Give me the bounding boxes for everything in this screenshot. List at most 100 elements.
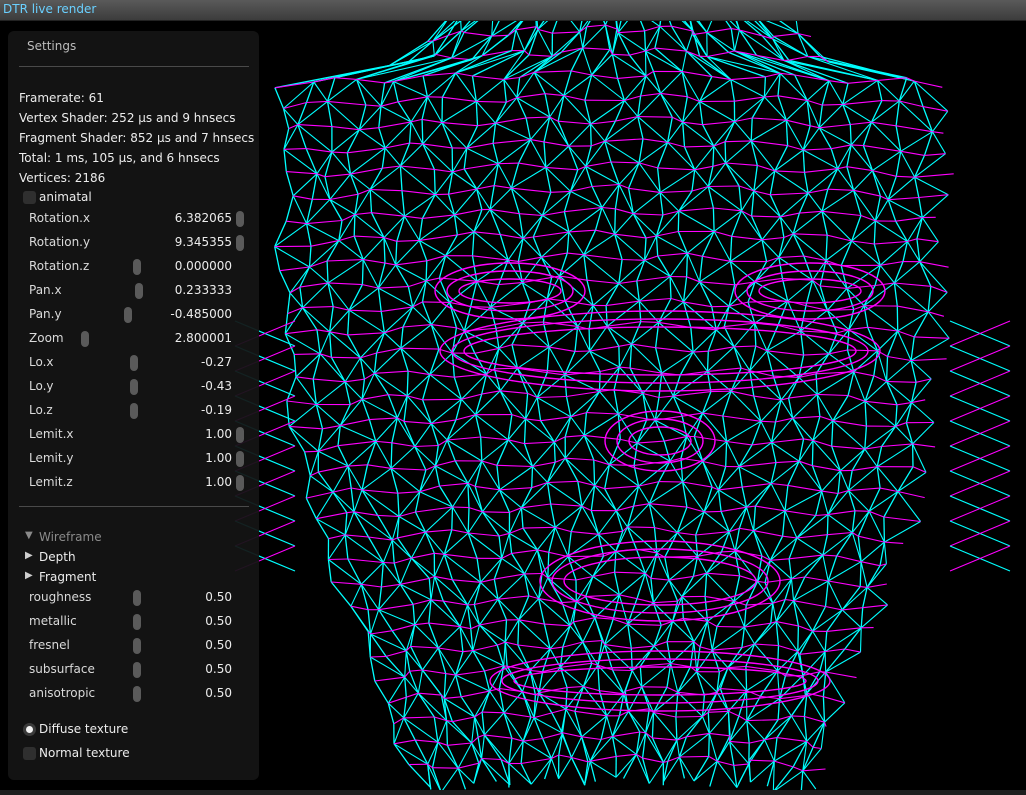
slider-roughness[interactable]: roughness 0.50 (29, 588, 249, 608)
slider-lemit-y[interactable]: Lemit.y 1.00 (29, 449, 249, 469)
collapsed-arrow-icon: ▶ (25, 570, 33, 581)
slider-rotation-z[interactable]: Rotation.z 0.000000 (29, 257, 249, 277)
slider-grab-handle[interactable] (124, 307, 133, 323)
slider-track[interactable]: Zoom 2.800001 (29, 329, 244, 349)
slider-label: fresnel (29, 638, 70, 652)
checkbox-box[interactable] (23, 191, 36, 204)
slider-track[interactable]: Lo.y -0.43 (29, 377, 244, 397)
status-strip (0, 790, 1026, 795)
slider-value: 1.00 (205, 475, 232, 489)
slider-value: 2.800001 (174, 331, 232, 345)
slider-track[interactable]: anisotropic 0.50 (29, 684, 244, 704)
slider-grab-handle[interactable] (132, 614, 141, 630)
slider-value: 0.50 (205, 638, 232, 652)
slider-track[interactable]: Lemit.z 1.00 (29, 473, 244, 493)
radio-button[interactable] (23, 723, 36, 736)
fragment-shader-time: Fragment Shader: 852 μs and 7 hnsecs (19, 131, 255, 145)
mesh-lines (274, 1, 954, 793)
slider-metallic[interactable]: metallic 0.50 (29, 612, 249, 632)
slider-value: -0.27 (200, 355, 232, 369)
title-bar: DTR live render (0, 0, 1026, 21)
slider-label: Lemit.z (29, 475, 73, 489)
slider-track[interactable]: Pan.y -0.485000 (29, 305, 244, 325)
slider-grab-handle[interactable] (236, 235, 244, 251)
slider-label: Rotation.y (29, 235, 91, 249)
slider-pan-x[interactable]: Pan.x 0.233333 (29, 281, 249, 301)
diffuse-texture-label: Diffuse texture (39, 722, 129, 736)
slider-grab-handle[interactable] (236, 211, 244, 227)
slider-track[interactable]: Pan.x 0.233333 (29, 281, 244, 301)
slider-track[interactable]: Lo.x -0.27 (29, 353, 244, 373)
slider-fresnel[interactable]: fresnel 0.50 (29, 636, 249, 656)
slider-value: -0.19 (200, 403, 232, 417)
slider-grab-handle[interactable] (80, 331, 89, 347)
slider-track[interactable]: roughness 0.50 (29, 588, 244, 608)
slider-grab-handle[interactable] (132, 662, 141, 678)
total-time: Total: 1 ms, 105 μs, and 6 hnsecs (19, 151, 220, 165)
slider-value: 1.00 (205, 451, 232, 465)
slider-lo-y[interactable]: Lo.y -0.43 (29, 377, 249, 397)
slider-track[interactable]: Lemit.y 1.00 (29, 449, 244, 469)
vertex-shader-time: Vertex Shader: 252 μs and 9 hnsecs (19, 111, 236, 125)
slider-label: roughness (29, 590, 92, 604)
slider-label: metallic (29, 614, 77, 628)
slider-value: 9.345355 (174, 235, 232, 249)
slider-subsurface[interactable]: subsurface 0.50 (29, 660, 249, 680)
tree-label: Fragment (39, 570, 97, 584)
slider-grab-handle[interactable] (132, 590, 141, 606)
slider-value: -0.43 (200, 379, 232, 393)
slider-value: 0.50 (205, 662, 232, 676)
slider-label: Lo.y (29, 379, 54, 393)
slider-track[interactable]: Lemit.x 1.00 (29, 425, 244, 445)
collapsed-arrow-icon: ▶ (25, 550, 33, 561)
slider-grab-handle[interactable] (134, 283, 143, 299)
slider-track[interactable]: Rotation.y 9.345355 (29, 233, 244, 253)
slider-label: Lemit.x (29, 427, 74, 441)
slider-label: Pan.y (29, 307, 62, 321)
slider-pan-y[interactable]: Pan.y -0.485000 (29, 305, 249, 325)
slider-track[interactable]: subsurface 0.50 (29, 660, 244, 680)
separator (19, 66, 249, 67)
slider-track[interactable]: metallic 0.50 (29, 612, 244, 632)
animate-label: animatal (39, 190, 92, 204)
vertex-count: Vertices: 2186 (19, 171, 106, 185)
tree-label: Depth (39, 550, 76, 564)
slider-grab-handle[interactable] (132, 638, 141, 654)
slider-grab-handle[interactable] (132, 259, 141, 275)
slider-grab-handle[interactable] (132, 686, 141, 702)
slider-lemit-z[interactable]: Lemit.z 1.00 (29, 473, 249, 493)
slider-grab-handle[interactable] (236, 451, 244, 467)
separator (19, 506, 249, 507)
slider-value: -0.485000 (170, 307, 232, 321)
slider-label: Lo.z (29, 403, 53, 417)
slider-value: 0.233333 (174, 283, 232, 297)
slider-lo-x[interactable]: Lo.x -0.27 (29, 353, 249, 373)
slider-lo-z[interactable]: Lo.z -0.19 (29, 401, 249, 421)
slider-label: Lemit.y (29, 451, 74, 465)
slider-track[interactable]: Rotation.x 6.382065 (29, 209, 244, 229)
slider-track[interactable]: Lo.z -0.19 (29, 401, 244, 421)
slider-rotation-x[interactable]: Rotation.x 6.382065 (29, 209, 249, 229)
normal-texture-label: Normal texture (39, 746, 130, 760)
slider-label: Lo.x (29, 355, 54, 369)
slider-lemit-x[interactable]: Lemit.x 1.00 (29, 425, 249, 445)
slider-value: 0.50 (205, 614, 232, 628)
window-title: DTR live render (3, 2, 97, 16)
framerate-text: Framerate: 61 (19, 91, 104, 105)
slider-zoom[interactable]: Zoom 2.800001 (29, 329, 249, 349)
slider-rotation-y[interactable]: Rotation.y 9.345355 (29, 233, 249, 253)
slider-value: 0.50 (205, 590, 232, 604)
slider-anisotropic[interactable]: anisotropic 0.50 (29, 684, 249, 704)
slider-grab-handle[interactable] (130, 403, 139, 419)
slider-label: Pan.x (29, 283, 62, 297)
slider-track[interactable]: fresnel 0.50 (29, 636, 244, 656)
slider-value: 6.382065 (174, 211, 232, 225)
slider-grab-handle[interactable] (130, 355, 139, 371)
slider-grab-handle[interactable] (130, 379, 139, 395)
slider-track[interactable]: Rotation.z 0.000000 (29, 257, 244, 277)
slider-grab-handle[interactable] (236, 427, 244, 443)
checkbox-box[interactable] (23, 747, 36, 760)
slider-value: 1.00 (205, 427, 232, 441)
slider-grab-handle[interactable] (236, 475, 244, 491)
slider-value: 0.50 (205, 686, 232, 700)
